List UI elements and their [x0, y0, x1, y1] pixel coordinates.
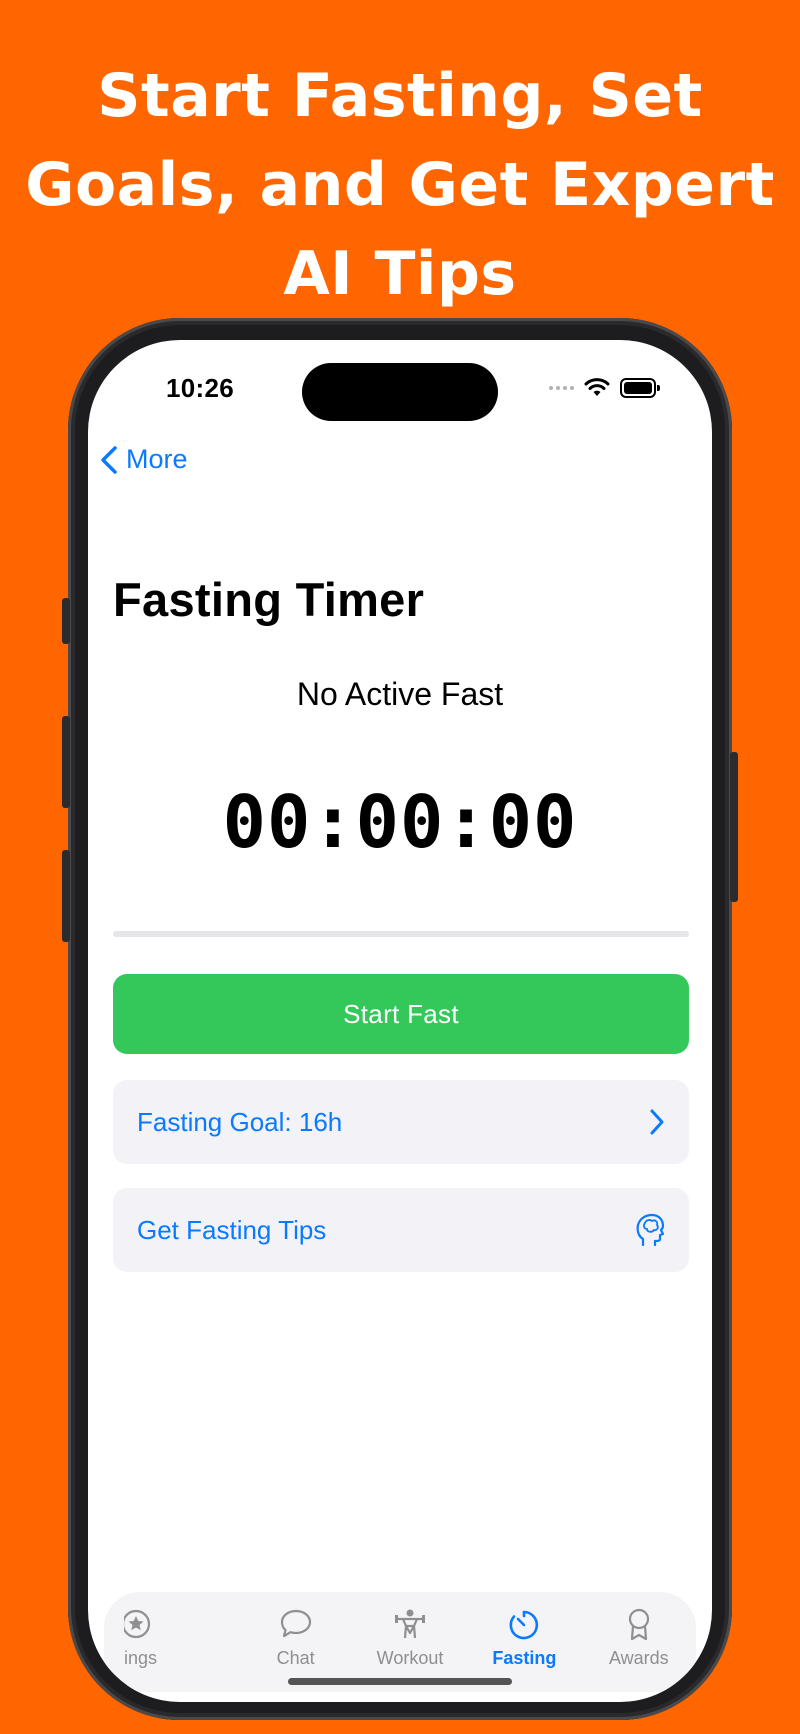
headline-line-3: AI Tips [283, 239, 517, 309]
brain-head-icon [636, 1213, 665, 1247]
cellular-signal-icon [549, 386, 574, 390]
silent-switch [62, 598, 70, 644]
fasting-goal-row[interactable]: Fasting Goal: 16h [113, 1080, 689, 1164]
dynamic-island [302, 363, 498, 421]
promo-headline: Start Fasting, Set Goals, and Get Expert… [0, 52, 800, 319]
headline-line-2: Goals, and Get Expert [25, 150, 775, 220]
volume-down-button [62, 850, 70, 942]
page-title: Fasting Timer [113, 573, 425, 626]
volume-up-button [62, 716, 70, 808]
start-fast-label: Start Fast [343, 998, 459, 1029]
chat-bubble-icon [280, 1609, 311, 1638]
tab-label: Chat [276, 1648, 315, 1668]
tab-label: ings [124, 1648, 158, 1668]
wifi-icon [584, 378, 610, 396]
weightlifter-icon [395, 1609, 426, 1639]
chevron-left-icon [101, 445, 117, 474]
fasting-goal-label: Fasting Goal: 16h [137, 1106, 343, 1137]
status-time: 10:26 [166, 373, 234, 403]
fast-status: No Active Fast [296, 676, 504, 712]
timer-icon [509, 1610, 539, 1640]
start-fast-button[interactable]: Start Fast [113, 974, 689, 1054]
tab-label: Awards [608, 1648, 669, 1668]
award-ribbon-icon [628, 1608, 649, 1641]
power-button [730, 752, 738, 902]
headline-line-1: Start Fasting, Set [97, 61, 703, 131]
tab-ratings[interactable]: ings [104, 1592, 238, 1692]
back-label: More [126, 444, 188, 474]
timer-display: 00:00:00 [222, 780, 578, 864]
tab-workout[interactable]: Workout [353, 1592, 467, 1692]
chevron-right-icon [650, 1109, 664, 1135]
home-indicator[interactable] [288, 1678, 512, 1685]
phone-screen: 10:26 More Fasting Timer No Active Fast … [88, 340, 712, 1702]
fasting-tips-label: Get Fasting Tips [137, 1214, 327, 1245]
back-button[interactable]: More [100, 444, 188, 475]
fasting-progress-bar [113, 931, 689, 937]
battery-icon [620, 378, 660, 398]
tab-fasting[interactable]: Fasting [467, 1592, 581, 1692]
tab-bar: ings Chat Workout Fasting Awards [104, 1592, 696, 1692]
fasting-tips-row[interactable]: Get Fasting Tips [113, 1188, 689, 1272]
tab-label: Fasting [492, 1648, 557, 1668]
tab-awards[interactable]: Awards [582, 1592, 696, 1692]
status-icons [549, 376, 660, 400]
star-circle-icon [124, 1609, 151, 1639]
tab-chat[interactable]: Chat [238, 1592, 352, 1692]
tab-label: Workout [376, 1648, 444, 1668]
